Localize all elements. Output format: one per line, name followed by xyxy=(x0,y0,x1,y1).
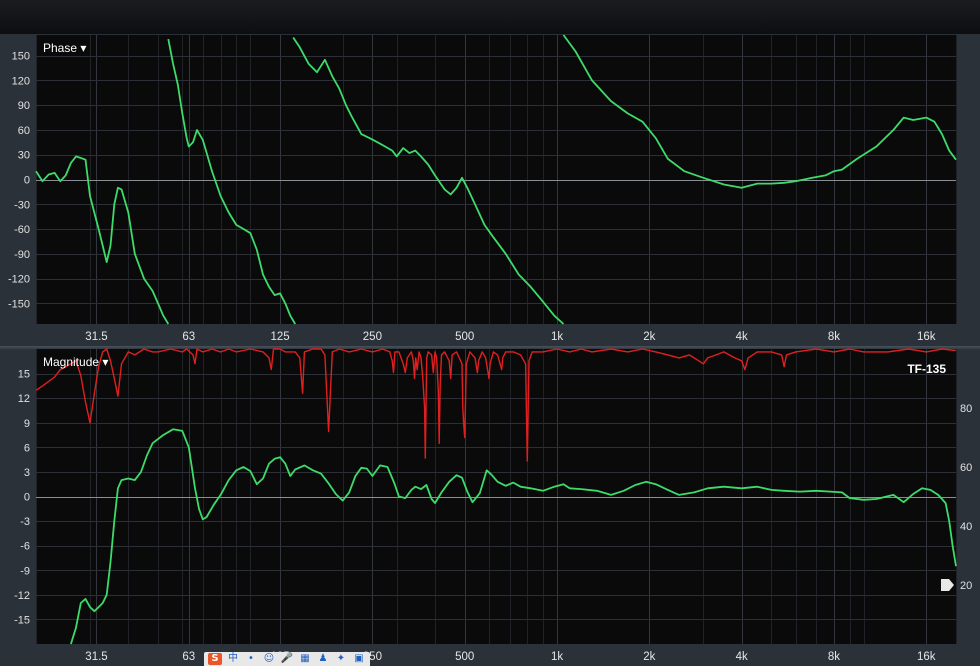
phase-panel-title[interactable]: Phase ▾ xyxy=(43,41,86,55)
phase-y-tick-label: 120 xyxy=(12,75,30,87)
phase-x-tick-label: 500 xyxy=(455,331,474,343)
magnitude-y-tick-label: 3 xyxy=(24,467,30,479)
magnitude-y-tick-label: -9 xyxy=(20,565,30,577)
magnitude-plot-area xyxy=(36,349,956,644)
magnitude-y2-tick-label: 40 xyxy=(960,521,972,533)
phase-x-tick-label: 31.5 xyxy=(85,331,107,343)
tray-icon[interactable]: ☺ xyxy=(262,653,276,665)
phase-y-tick-label: 90 xyxy=(18,100,30,112)
chart-canvas: 1501209060300-30-60-90-120-15031.5 63 125 2… xyxy=(8,34,972,663)
magnitude-y-tick-label: 6 xyxy=(24,442,30,454)
magnitude-chart: 15129630-3-6-9-12-158060402031.563125250… xyxy=(14,348,972,663)
magnitude-y-tick-label: 12 xyxy=(18,393,30,405)
magnitude-y-tick-label: -3 xyxy=(20,516,30,528)
phase-x-tick-label: 4k xyxy=(736,331,748,343)
magnitude-x-tick-label: 31.5 xyxy=(85,651,107,663)
magnitude-y-tick-label: -12 xyxy=(14,590,30,602)
tray-icon[interactable]: 中 xyxy=(226,653,240,665)
tray-icon[interactable]: S xyxy=(208,653,222,665)
phase-x-tick-label: 16k xyxy=(917,331,936,343)
phase-y-tick-label: 150 xyxy=(12,51,30,63)
tray-icon[interactable]: ▣ xyxy=(352,653,366,665)
magnitude-y-tick-label: 15 xyxy=(18,369,30,381)
tray-icon[interactable]: 🎤 xyxy=(280,653,294,665)
phase-y-tick-label: 0 xyxy=(24,175,30,187)
magnitude-y2-tick-labels: 80 60 40 20 xyxy=(960,403,972,592)
magnitude-x-tick-label: 2k xyxy=(643,651,655,663)
phase-y-tick-label: -60 xyxy=(14,224,30,236)
phase-x-tick-label: 2k xyxy=(643,331,655,343)
phase-x-tick-label: 250 xyxy=(363,331,382,343)
magnitude-panel-title[interactable]: Magnitude ▾ xyxy=(43,355,108,369)
magnitude-x-tick-label: 16k xyxy=(917,651,936,663)
magnitude-y-tick-label: 9 xyxy=(24,418,30,430)
phase-x-tick-label: 8k xyxy=(828,331,840,343)
tray-icon[interactable]: • xyxy=(244,653,258,665)
phase-y-tick-label: -30 xyxy=(14,199,30,211)
magnitude-y2-tick-label: 60 xyxy=(960,462,972,474)
tray-icon[interactable]: ♟ xyxy=(316,653,330,665)
phase-x-tick-label: 1k xyxy=(551,331,563,343)
magnitude-y-tick-label: -6 xyxy=(20,541,30,553)
phase-y-tick-label: -150 xyxy=(8,298,30,310)
phase-y-tick-labels: 150 120 90 60 30 0 -30 -60 -90 -120 -150 xyxy=(8,51,30,311)
phase-plot-area xyxy=(36,35,956,324)
phase-x-tick-label: 63 xyxy=(182,331,195,343)
tray-icon[interactable]: ▦ xyxy=(298,653,312,665)
tray-icon[interactable]: ✦ xyxy=(334,653,348,665)
magnitude-x-tick-label: 4k xyxy=(736,651,748,663)
magnitude-y-tick-label: 0 xyxy=(24,492,30,504)
magnitude-y2-tick-label: 80 xyxy=(960,403,972,415)
phase-x-tick-labels: 31.5 63 125 250 500 1k 2k 4k 8k 16k xyxy=(85,331,935,343)
magnitude-x-tick-label: 500 xyxy=(455,651,474,663)
magnitude-legend-label: TF-135 xyxy=(907,362,946,376)
taskbar-tray: S 中 • ☺ 🎤 ▦ ♟ ✦ ▣ xyxy=(204,652,370,666)
phase-y-tick-label: 30 xyxy=(18,150,30,162)
phase-y-tick-label: -120 xyxy=(8,274,30,286)
phase-y-tick-label: 60 xyxy=(18,125,30,137)
phase-y-tick-label: -90 xyxy=(14,249,30,261)
phase-chart: 150 120 90 60 30 0 -30 -60 -90 -120 -150 31.5 63 125 2… xyxy=(8,34,957,343)
magnitude-y-tick-label: -15 xyxy=(14,614,30,626)
phase-x-tick-label: 125 xyxy=(270,331,289,343)
magnitude-x-tick-label: 1k xyxy=(551,651,563,663)
magnitude-x-tick-label: 8k xyxy=(828,651,840,663)
magnitude-y2-tick-label: 20 xyxy=(960,580,972,592)
magnitude-x-tick-label: 63 xyxy=(182,651,195,663)
magnitude-y-tick-labels: 15 12 9 6 3 0 -3 -6 -9 -12 -15 xyxy=(14,369,30,627)
